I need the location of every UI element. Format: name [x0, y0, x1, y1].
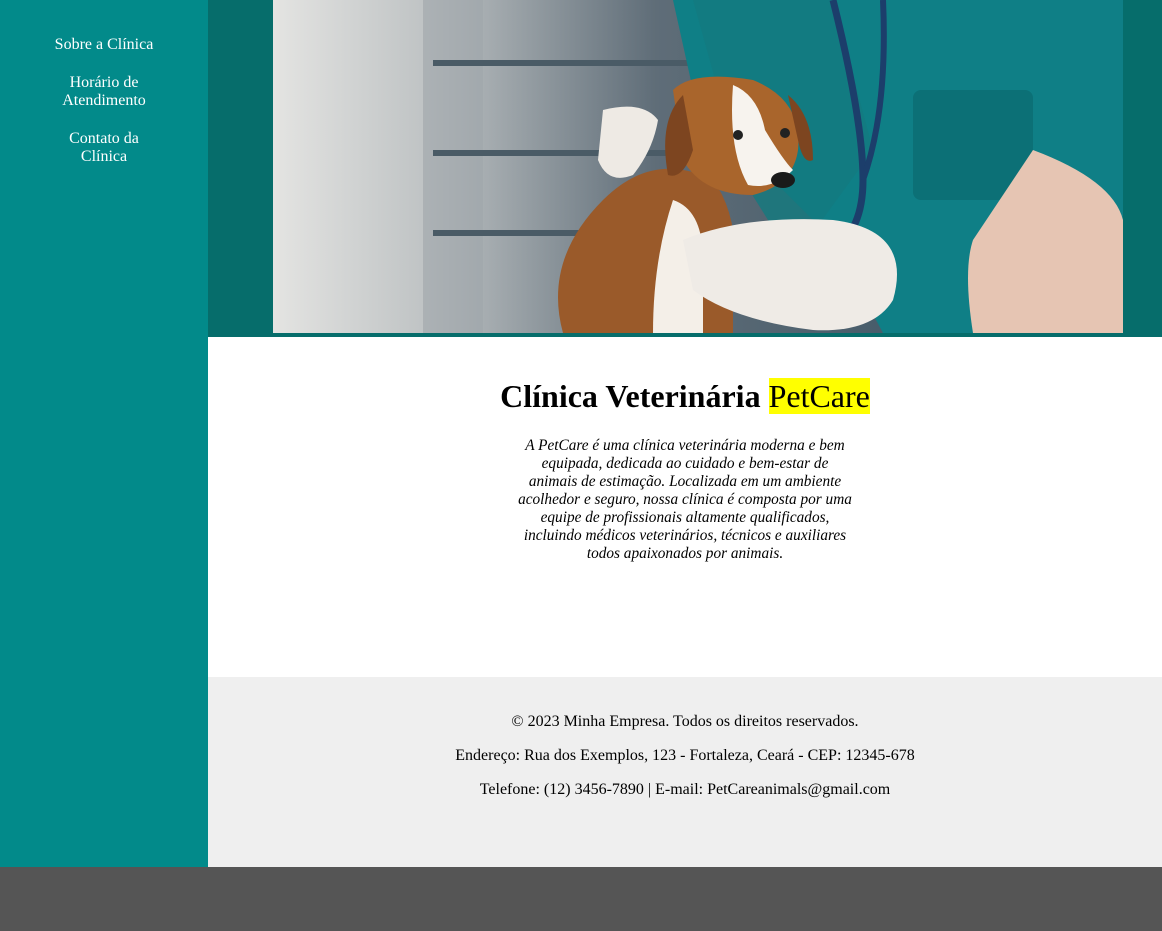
title-prefix: Clínica Veterinária	[500, 378, 761, 414]
page-footer: © 2023 Minha Empresa. Todos os direitos …	[208, 677, 1162, 867]
footer-contact: Telefone: (12) 3456-7890 | E-mail: PetCa…	[479, 781, 891, 798]
hero-photo	[273, 0, 1123, 333]
main-content: Clínica Veterinária PetCare A PetCare é …	[208, 337, 1162, 677]
footer-copyright: © 2023 Minha Empresa. Todos os direitos …	[511, 713, 859, 730]
nav-link-horario[interactable]: Horário de Atendimento	[49, 74, 159, 110]
sidebar-nav: Sobre a Clínica Horário de Atendimento C…	[0, 0, 208, 867]
page-title: Clínica Veterinária PetCare	[208, 377, 1162, 415]
title-highlight: PetCare	[768, 378, 870, 414]
vet-puppy-illustration	[273, 0, 1123, 333]
clinic-description: A PetCare é uma clínica veterinária mode…	[518, 437, 852, 562]
nav-link-sobre[interactable]: Sobre a Clínica	[39, 36, 169, 54]
hero-banner	[208, 0, 1162, 337]
nav-link-contato[interactable]: Contato da Clínica	[49, 130, 159, 166]
footer-address: Endereço: Rua dos Exemplos, 123 - Fortal…	[455, 747, 915, 764]
